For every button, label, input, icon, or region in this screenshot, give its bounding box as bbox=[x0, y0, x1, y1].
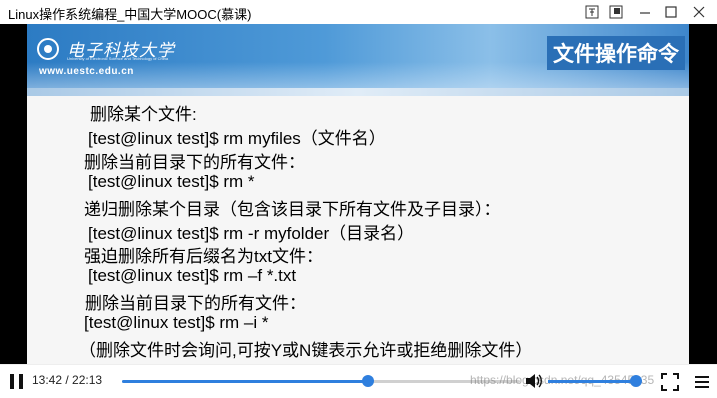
university-url: www.uestc.edu.cn bbox=[39, 66, 134, 77]
slide-line: [test@linux test]$ rm -r myfolder（目录名） bbox=[88, 224, 415, 243]
maximize-icon[interactable] bbox=[660, 2, 682, 22]
player-controls: 13:42 / 22:13 https://blog.csdn.net/qq_4… bbox=[0, 364, 717, 398]
progress-fill bbox=[122, 380, 368, 383]
slide-line: 强迫删除所有后缀名为txt文件： bbox=[84, 247, 323, 266]
university-subtitle: University of Electronic Science and Tec… bbox=[67, 56, 169, 61]
slide-line: [test@linux test]$ rm myfiles（文件名） bbox=[88, 129, 386, 148]
window-title-bar: Linux操作系统编程_中国大学MOOC(慕课) bbox=[0, 0, 717, 25]
slide-line: 删除当前目录下的所有文件： bbox=[85, 294, 306, 313]
pin-icon[interactable] bbox=[581, 2, 603, 22]
volume-slider[interactable] bbox=[548, 375, 642, 387]
pause-icon[interactable] bbox=[10, 374, 24, 389]
window-title: Linux操作系统编程_中国大学MOOC(慕课) bbox=[8, 7, 252, 22]
slide-line: 删除当前目录下的所有文件： bbox=[84, 153, 305, 172]
volume-fill bbox=[548, 380, 636, 383]
slide-title: 文件操作命令 bbox=[547, 36, 685, 70]
slide-line: （删除文件时会询问,可按Y或N键表示允许或拒绝删除文件） bbox=[79, 341, 533, 360]
time-display: 13:42 / 22:13 bbox=[32, 373, 103, 387]
slide-line: [test@linux test]$ rm –i * bbox=[84, 313, 269, 332]
video-viewport[interactable]: 电子科技大学 University of Electronic Science … bbox=[0, 24, 717, 364]
minimize-icon[interactable] bbox=[634, 2, 656, 22]
close-icon[interactable] bbox=[688, 2, 710, 22]
slide-banner: 电子科技大学 University of Electronic Science … bbox=[27, 24, 689, 94]
progress-bar[interactable] bbox=[122, 375, 520, 387]
fullscreen-icon[interactable] bbox=[661, 373, 679, 396]
menu-icon[interactable] bbox=[693, 373, 711, 396]
volume-handle[interactable] bbox=[630, 375, 642, 387]
lecture-slide: 电子科技大学 University of Electronic Science … bbox=[27, 24, 689, 364]
progress-handle[interactable] bbox=[361, 375, 374, 387]
popout-icon[interactable] bbox=[605, 2, 627, 22]
slide-line: 递归删除某个目录（包含该目录下所有文件及子目录）： bbox=[84, 200, 501, 219]
slide-line: [test@linux test]$ rm * bbox=[88, 172, 255, 191]
university-logo bbox=[37, 38, 59, 60]
volume-icon[interactable] bbox=[524, 372, 544, 395]
banner-stripe bbox=[27, 88, 689, 96]
slide-line: [test@linux test]$ rm –f *.txt bbox=[88, 266, 297, 285]
slide-line: 删除某个文件: bbox=[90, 105, 197, 124]
